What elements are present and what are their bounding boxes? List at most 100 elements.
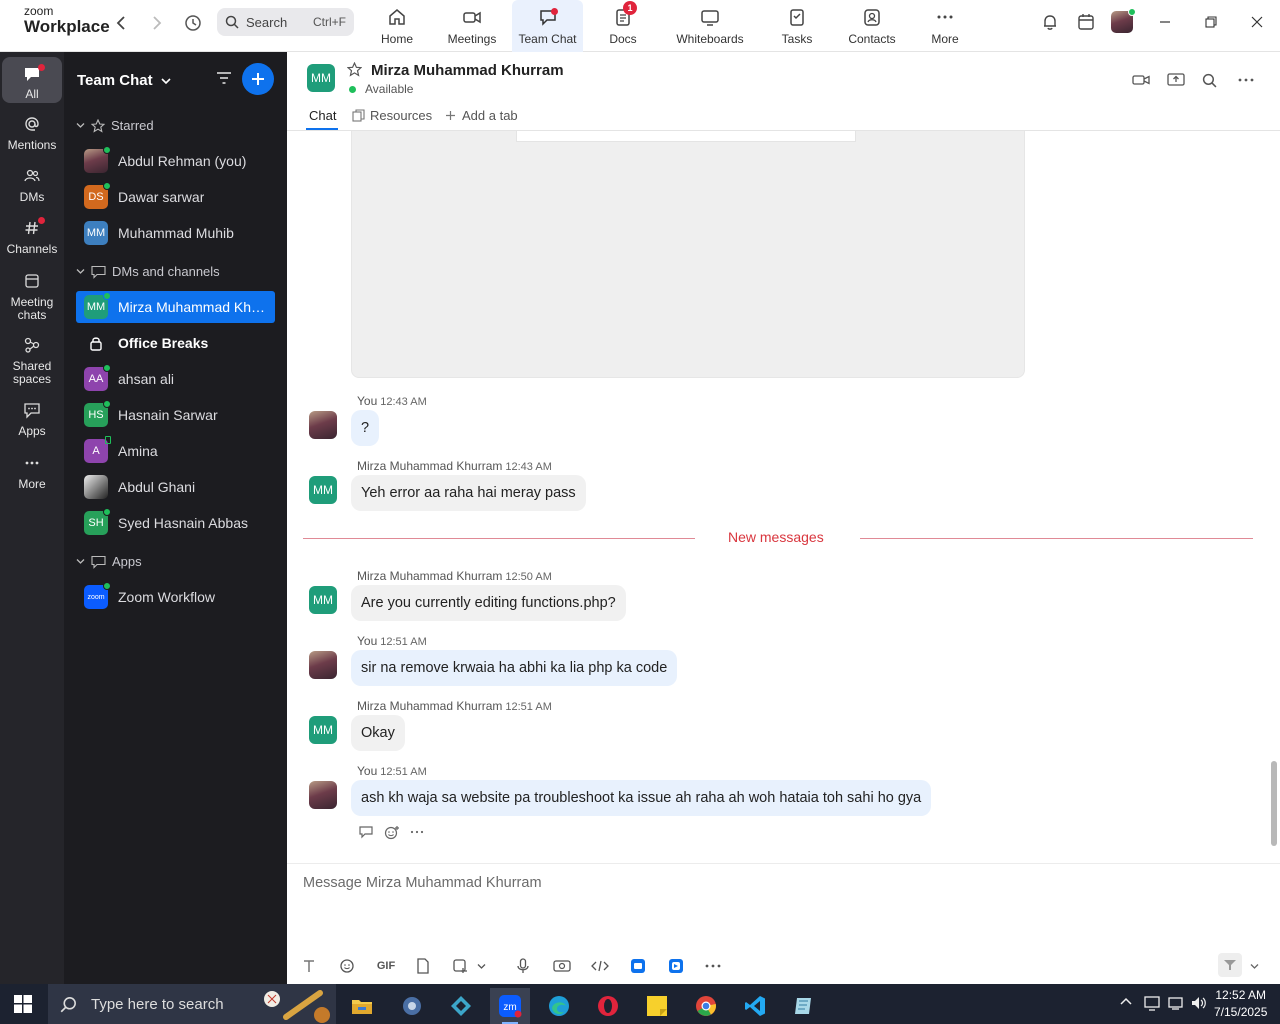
more-options-icon[interactable]	[703, 956, 723, 976]
app-icon[interactable]	[784, 988, 824, 1024]
history-icon[interactable]	[182, 12, 204, 34]
tab-home[interactable]: Home	[373, 0, 421, 52]
video-message-icon[interactable]	[552, 956, 572, 976]
contact-name[interactable]: Mirza Muhammad Khurram	[371, 62, 564, 79]
star-icon[interactable]	[346, 61, 363, 82]
app-icon[interactable]	[628, 956, 648, 976]
app-icon[interactable]	[441, 988, 481, 1024]
rail-mentions[interactable]: Mentions	[2, 115, 62, 152]
tab-docs[interactable]: 1 Docs	[601, 0, 645, 52]
share-screen-icon[interactable]	[1166, 70, 1186, 90]
minimize-icon[interactable]	[1155, 12, 1175, 32]
tab-whiteboards[interactable]: Whiteboards	[668, 0, 752, 52]
rail-shared-spaces[interactable]: Shared spaces	[2, 336, 62, 386]
gif-button[interactable]: GIF	[375, 956, 397, 976]
rail-more[interactable]: More	[2, 454, 62, 491]
tab-meetings[interactable]: Meetings	[444, 0, 500, 52]
avatar[interactable]: MM	[309, 586, 337, 614]
sidebar-item-mirza-muhammad-khurram[interactable]: MM Mirza Muhammad Khurram	[76, 291, 275, 323]
search-icon[interactable]	[1199, 70, 1219, 90]
rail-dms[interactable]: DMs	[2, 167, 62, 204]
file-explorer-icon[interactable]	[342, 988, 382, 1024]
back-arrow-icon[interactable]	[110, 12, 132, 34]
tab-contacts[interactable]: Contacts	[846, 0, 898, 52]
opera-browser-icon[interactable]	[588, 988, 628, 1024]
sidebar-item-amina[interactable]: A Amina	[76, 435, 275, 467]
screenshot-icon[interactable]	[450, 956, 470, 976]
sidebar-item-dawar-sarwar[interactable]: DS Dawar sarwar	[76, 181, 275, 213]
sidebar-item-abdul-rehman[interactable]: Abdul Rehman (you)	[76, 145, 275, 177]
rail-all[interactable]: All	[2, 57, 62, 103]
rail-apps[interactable]: Apps	[2, 401, 62, 438]
section-dms-and-channels[interactable]: DMs and channels	[76, 264, 220, 279]
avatar[interactable]	[309, 781, 337, 809]
message-bubble[interactable]: Okay	[351, 715, 405, 751]
filter-icon[interactable]	[216, 71, 232, 90]
chevron-down-icon[interactable]	[475, 956, 487, 976]
message-input[interactable]: Message Mirza Muhammad Khurram	[303, 875, 542, 891]
search-box[interactable]: Search Ctrl+F	[217, 8, 354, 36]
restore-icon[interactable]	[1201, 12, 1221, 32]
forward-arrow-icon[interactable]	[146, 12, 168, 34]
settings-app-icon[interactable]	[392, 988, 432, 1024]
reply-icon[interactable]	[358, 825, 374, 839]
network-icon[interactable]	[1143, 995, 1161, 1014]
tab-more[interactable]: More	[926, 0, 964, 52]
avatar[interactable]: MM	[309, 476, 337, 504]
image-attachment[interactable]	[351, 131, 1025, 378]
code-snippet-icon[interactable]	[590, 956, 610, 976]
bell-icon[interactable]	[1038, 10, 1062, 34]
video-call-icon[interactable]	[1131, 70, 1151, 90]
tab-add-a-tab[interactable]: Add a tab	[445, 108, 518, 123]
chevron-up-icon[interactable]	[1119, 995, 1133, 1009]
chrome-browser-icon[interactable]	[686, 988, 726, 1024]
message-bubble[interactable]: ash kh waja sa website pa troubleshoot k…	[351, 780, 932, 816]
volume-icon[interactable]	[1190, 995, 1208, 1014]
sidebar-item-office-breaks[interactable]: Office Breaks	[76, 327, 275, 359]
send-button[interactable]	[1218, 953, 1242, 977]
more-options-icon[interactable]	[410, 825, 424, 839]
sidebar-item-ahsan-ali[interactable]: AA ahsan ali	[76, 363, 275, 395]
message-bubble[interactable]: Are you currently editing functions.php?	[351, 585, 626, 621]
sidebar-item-abdul-ghani[interactable]: Abdul Ghani	[76, 471, 275, 503]
avatar[interactable]	[309, 411, 337, 439]
section-starred[interactable]: Starred	[76, 118, 154, 133]
section-apps[interactable]: Apps	[76, 554, 142, 569]
close-icon[interactable]	[1247, 12, 1267, 32]
contact-avatar[interactable]: MM	[307, 64, 335, 92]
sticky-notes-icon[interactable]	[637, 988, 677, 1024]
clock[interactable]: 12:52 AM 7/15/2025	[1214, 987, 1267, 1021]
taskbar-search[interactable]: Type here to search	[48, 984, 336, 1024]
emoji-icon[interactable]	[337, 956, 357, 976]
tab-tasks[interactable]: Tasks	[776, 0, 818, 52]
wifi-icon[interactable]	[1167, 995, 1185, 1014]
message-bubble[interactable]: ?	[351, 410, 380, 446]
windows-start-icon[interactable]	[14, 995, 32, 1018]
tab-chat[interactable]: Chat	[309, 108, 336, 123]
text-format-icon[interactable]	[299, 956, 319, 976]
avatar[interactable]	[309, 651, 337, 679]
sidebar-item-zoom-workflow[interactable]: zoom Zoom Workflow	[76, 581, 275, 613]
avatar[interactable]: MM	[309, 716, 337, 744]
sidebar-item-syed-hasnain-abbas[interactable]: SH Syed Hasnain Abbas	[76, 507, 275, 539]
sidebar-item-hasnain-sarwar[interactable]: HS Hasnain Sarwar	[76, 399, 275, 431]
profile-avatar[interactable]	[1110, 8, 1136, 34]
tab-team-chat[interactable]: Team Chat	[512, 0, 583, 52]
chevron-down-icon[interactable]	[1247, 956, 1261, 976]
sidebar-item-muhammad-muhib[interactable]: MM Muhammad Muhib	[76, 217, 275, 249]
microphone-icon[interactable]	[513, 956, 533, 976]
edge-browser-icon[interactable]	[539, 988, 579, 1024]
rail-channels[interactable]: Channels	[2, 217, 62, 256]
file-icon[interactable]	[413, 956, 433, 976]
rail-meeting-chats[interactable]: Meeting chats	[2, 272, 62, 322]
new-chat-button[interactable]	[242, 63, 274, 95]
calendar-icon[interactable]	[1074, 10, 1098, 34]
app-icon[interactable]	[666, 956, 686, 976]
more-options-icon[interactable]	[1236, 70, 1256, 90]
team-chat-title[interactable]: Team Chat	[77, 72, 171, 89]
message-bubble[interactable]: sir na remove krwaia ha abhi ka lia php …	[351, 650, 678, 686]
vscode-icon[interactable]	[735, 988, 775, 1024]
zoom-taskbar-icon[interactable]: zm	[490, 988, 530, 1024]
add-reaction-icon[interactable]	[384, 825, 400, 841]
scrollbar[interactable]	[1271, 761, 1277, 846]
